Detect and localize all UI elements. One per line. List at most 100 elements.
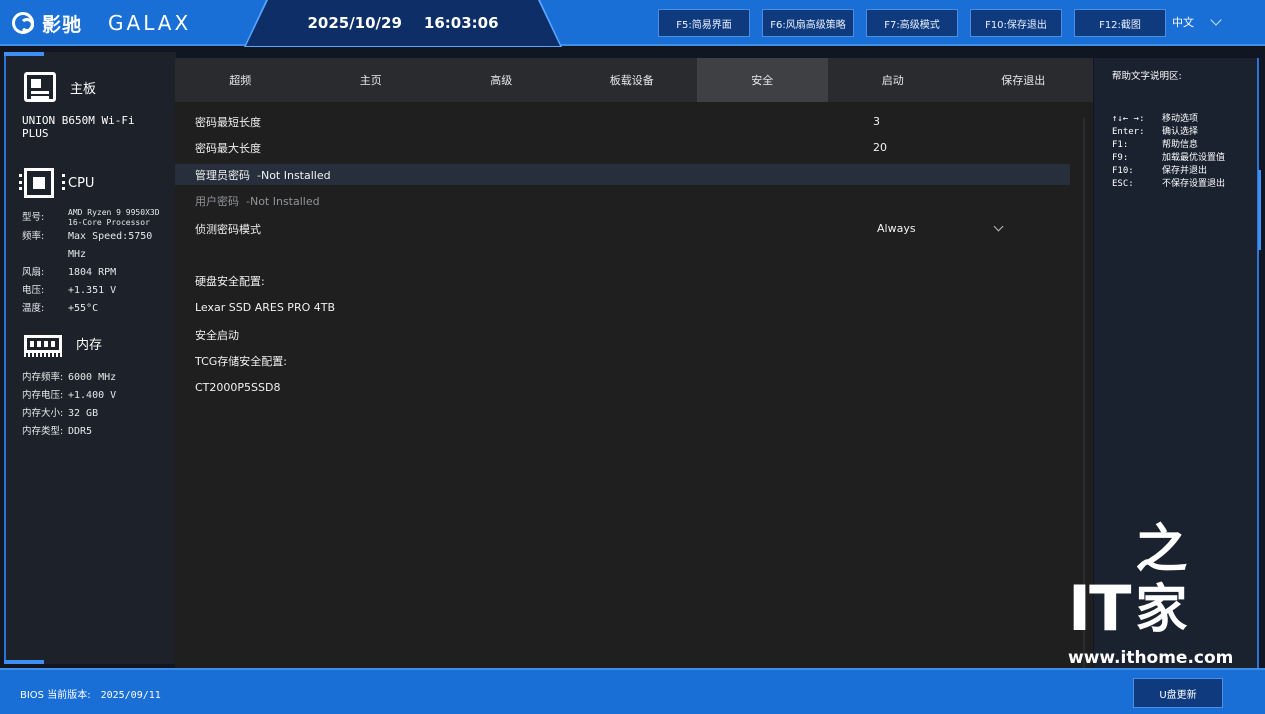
- password-max-length-value: 20: [873, 141, 887, 154]
- cpu-temp-key: 温度:: [22, 303, 45, 314]
- easy-mode-button[interactable]: F5:简易界面: [658, 9, 750, 37]
- help-item: F1: 帮助信息: [1112, 139, 1225, 152]
- hdd-device-row[interactable]: Lexar SSD ARES PRO 4TB: [175, 297, 1070, 318]
- help-desc: 确认选择: [1162, 127, 1199, 137]
- help-accent: [1258, 170, 1261, 250]
- chevron-down-icon: [993, 221, 1004, 232]
- motherboard-section: 主板 UNION B650M Wi-Fi PLUS: [22, 72, 167, 140]
- password-min-length-label: 密码最短长度: [195, 115, 261, 129]
- help-desc: 保存并退出: [1162, 166, 1208, 176]
- password-detect-mode-row[interactable]: 侦测密码模式 Always: [175, 218, 1070, 239]
- password-max-length-row[interactable]: 密码最大长度 20: [175, 137, 1070, 158]
- panel-accent-bottom: [4, 660, 44, 664]
- cpu-fan-row: 风扇: 1804 RPM: [22, 264, 176, 282]
- password-min-length-row[interactable]: 密码最短长度 3: [175, 111, 1070, 132]
- settings-panel: 超频 主页 高级 板载设备 安全 启动 保存退出 密码最短长度 3 密码最大长度…: [175, 58, 1093, 668]
- password-max-length-label: 密码最大长度: [195, 141, 261, 155]
- screenshot-button[interactable]: F12:截图: [1074, 9, 1166, 37]
- tcg-storage-security-label: TCG存储安全配置:: [195, 354, 287, 368]
- help-desc: 移动选项: [1162, 114, 1199, 124]
- language-label: 中文: [1172, 16, 1194, 29]
- cpu-model-key: 型号:: [22, 212, 45, 223]
- tab-boot[interactable]: 启动: [828, 58, 959, 102]
- advanced-mode-button[interactable]: F7:高级模式: [866, 9, 958, 37]
- help-list: ↑↓← →: 移动选项 Enter: 确认选择 F1: 帮助信息 F9: 加载最优设置值…: [1112, 113, 1225, 191]
- hdd-security-config-row: 硬盘安全配置:: [175, 270, 1070, 291]
- motherboard-title: 主板: [70, 81, 97, 97]
- help-desc: 不保存设置退出: [1162, 179, 1226, 189]
- help-item: ESC: 不保存设置退出: [1112, 178, 1225, 191]
- cpu-title: CPU: [68, 175, 95, 191]
- mem-freq-key: 内存频率:: [22, 372, 64, 383]
- hdd-security-config-label: 硬盘安全配置:: [195, 274, 265, 288]
- help-key: ↑↓← →:: [1112, 114, 1145, 124]
- galax-logo-icon: [12, 12, 34, 34]
- tab-overclock[interactable]: 超频: [175, 58, 306, 102]
- cpu-model-value: AMD Ryzen 9 9950X3D 16-Core Processor: [68, 208, 160, 227]
- mem-size-row: 内存大小: 32 GB: [22, 405, 116, 423]
- bios-version-label: BIOS 当前版本:: [20, 690, 91, 701]
- help-item: ↑↓← →: 移动选项: [1112, 113, 1225, 126]
- mem-type-key: 内存类型:: [22, 426, 64, 437]
- bios-version: BIOS 当前版本: 2025/09/11: [20, 686, 161, 701]
- help-key: ESC:: [1112, 179, 1134, 189]
- datetime-display: 2025/10/29 16:03:06: [246, 0, 560, 46]
- memory-section: 内存 内存频率: 6000 MHz 内存电压: +1.400 V 内存大小: 3…: [22, 334, 117, 441]
- cpu-freq-key: 频率:: [22, 231, 45, 242]
- tcg-device-row[interactable]: CT2000P5SSD8: [175, 377, 1070, 398]
- bios-version-date: 2025/09/11: [100, 690, 161, 701]
- cpu-icon: [19, 168, 65, 198]
- usb-update-button[interactable]: U盘更新: [1133, 678, 1223, 708]
- motherboard-icon: [24, 72, 56, 102]
- tab-save-exit[interactable]: 保存退出: [958, 58, 1089, 102]
- mem-voltage-value: +1.400 V: [68, 390, 117, 401]
- memory-title: 内存: [76, 338, 103, 353]
- user-password-row[interactable]: 用户密码 -Not Installed: [175, 190, 1070, 211]
- cpu-freq-row: 频率: Max Speed:5750 MHz: [22, 228, 176, 264]
- mem-freq-value: 6000 MHz: [68, 372, 117, 383]
- motherboard-model: UNION B650M Wi-Fi PLUS: [22, 114, 135, 140]
- help-desc: 帮助信息: [1162, 140, 1199, 150]
- cpu-model-row: 型号: AMD Ryzen 9 9950X3D 16-Core Processo…: [22, 208, 176, 228]
- help-item: F10: 保存并退出: [1112, 165, 1225, 178]
- secure-boot-row[interactable]: 安全启动: [175, 324, 1070, 345]
- admin-password-row[interactable]: 管理员密码 -Not Installed: [175, 164, 1070, 185]
- language-select[interactable]: 中文: [1172, 14, 1222, 30]
- secure-boot-label: 安全启动: [195, 328, 239, 342]
- help-item: F9: 加载最优设置值: [1112, 152, 1225, 165]
- password-detect-mode-label: 侦测密码模式: [195, 222, 261, 236]
- password-min-length-value: 3: [873, 115, 880, 128]
- ithome-watermark: IT 之家 www.ithome.com: [1068, 520, 1238, 668]
- brand-name-en: GALAX: [108, 11, 192, 35]
- cpu-voltage-key: 电压:: [22, 285, 45, 296]
- admin-password-label: 管理员密码 -Not Installed: [195, 168, 331, 182]
- hdd-device-label: Lexar SSD ARES PRO 4TB: [195, 301, 336, 314]
- help-item: Enter: 确认选择: [1112, 126, 1225, 139]
- cpu-voltage-row: 电压: +1.351 V: [22, 282, 176, 300]
- help-title: 帮助文字说明区:: [1112, 71, 1182, 82]
- save-exit-button[interactable]: F10:保存退出: [970, 9, 1062, 37]
- tab-main[interactable]: 主页: [306, 58, 437, 102]
- tab-security[interactable]: 安全: [697, 58, 828, 102]
- cpu-fan-value: 1804 RPM: [68, 267, 117, 278]
- date-text: 2025/10/29: [307, 14, 402, 32]
- tab-advanced[interactable]: 高级: [436, 58, 567, 102]
- cpu-section: CPU 型号: AMD Ryzen 9 9950X3D 16-Core Proc…: [19, 168, 176, 318]
- password-detect-mode-value: Always: [877, 222, 916, 235]
- tcg-storage-security-row: TCG存储安全配置:: [175, 350, 1070, 371]
- fan-strategy-button[interactable]: F6:风扇高级策略: [762, 9, 854, 37]
- brand-logo: 影驰 GALAX: [12, 9, 191, 37]
- system-info-panel: 主板 UNION B650M Wi-Fi PLUS CPU 型号: AMD Ry…: [4, 52, 176, 664]
- tab-onboard-devices[interactable]: 板载设备: [567, 58, 698, 102]
- mem-freq-row: 内存频率: 6000 MHz: [22, 369, 116, 387]
- tcg-device-label: CT2000P5SSD8: [195, 381, 281, 394]
- help-key: F9:: [1112, 153, 1129, 163]
- mem-size-value: 32 GB: [68, 408, 99, 419]
- mem-size-key: 内存大小:: [22, 408, 64, 419]
- cpu-freq-value: Max Speed:5750 MHz: [68, 231, 153, 260]
- footer-bar: BIOS 当前版本: 2025/09/11 U盘更新: [0, 668, 1265, 714]
- help-key: F1:: [1112, 140, 1129, 150]
- cpu-temp-row: 温度: +55°C: [22, 300, 176, 318]
- panel-accent-top: [4, 52, 44, 56]
- cpu-temp-value: +55°C: [68, 303, 99, 314]
